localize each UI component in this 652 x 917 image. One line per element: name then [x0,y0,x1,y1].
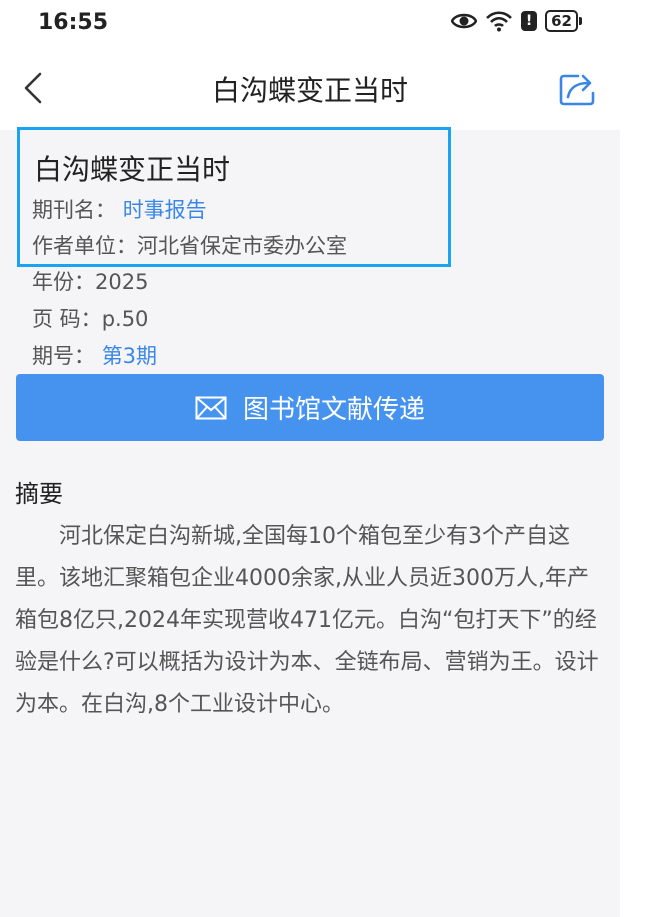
issue-label: 期号： [32,344,95,368]
eye-icon [451,13,478,29]
mail-icon [195,396,227,419]
page-title: 白沟蝶变正当时 [211,74,408,107]
wifi-icon [486,11,513,32]
top-header: 白沟蝶变正当时 [0,50,620,130]
year-row: 年份：2025 [32,266,148,296]
app-screen: 16:55 ! 62 白沟蝶变正当时 白沟蝶变正当时 期刊名： 时事报告 作者单… [0,0,620,917]
page-value: p.50 [101,307,149,331]
journal-row: 期刊名： 时事报告 [32,194,207,224]
page-label: 页 码： [32,307,102,331]
battery-level: 62 [545,10,578,32]
status-time: 16:55 [38,10,109,35]
author-label: 作者单位： [32,234,137,258]
issue-row: 期号： 第3期 [32,340,157,370]
year-value: 2025 [95,270,149,294]
battery-tip [579,17,582,25]
alert-icon: ! [521,11,538,31]
right-edge-strip [620,0,652,917]
status-bar: 16:55 ! 62 [0,0,620,50]
issue-link[interactable]: 第3期 [102,344,157,368]
battery-icon: 62 [545,10,582,32]
status-icons: ! 62 [451,10,582,32]
journal-label: 期刊名： [32,198,116,222]
author-row: 作者单位：河北省保定市委办公室 [32,230,347,260]
share-icon[interactable] [558,70,598,106]
year-label: 年份： [32,270,95,294]
page-row: 页 码：p.50 [32,303,148,333]
author-value: 河北省保定市委办公室 [137,234,347,258]
journal-link[interactable]: 时事报告 [123,198,207,222]
library-delivery-button[interactable]: 图书馆文献传递 [16,374,604,441]
article-title: 白沟蝶变正当时 [34,153,231,186]
library-delivery-label: 图书馆文献传递 [242,395,425,425]
abstract-text: 河北保定白沟新城,全国每10个箱包至少有3个产自这里。该地汇聚箱包企业4000余… [15,524,599,717]
abstract-heading: 摘要 [15,480,63,508]
